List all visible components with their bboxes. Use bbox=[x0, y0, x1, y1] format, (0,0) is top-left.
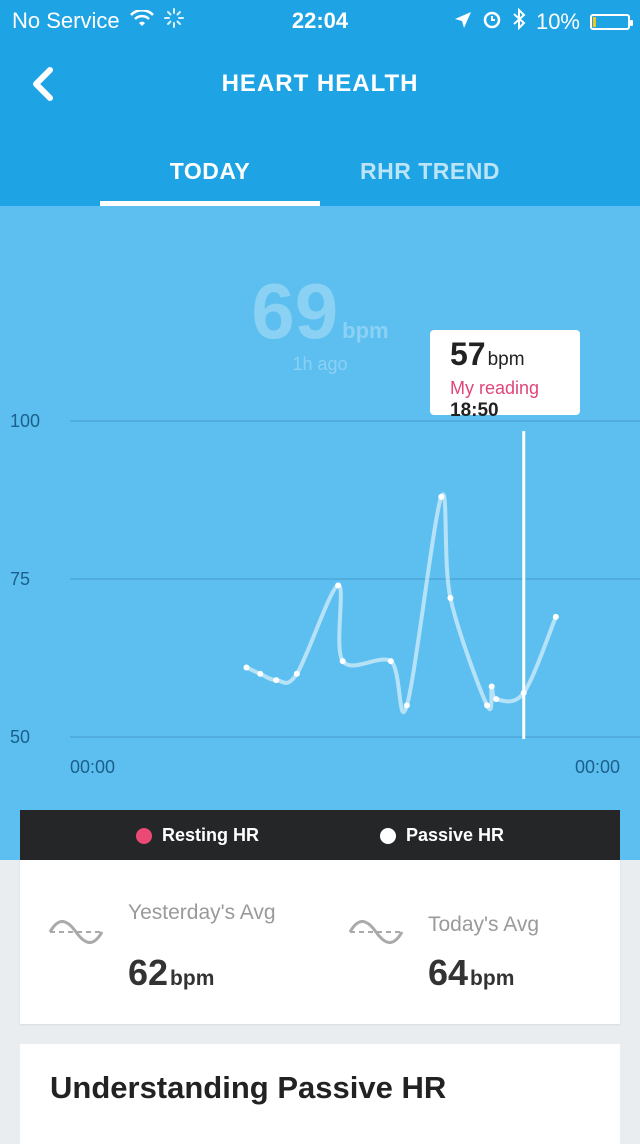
passive-hr-point bbox=[447, 594, 454, 601]
battery-percent: 10% bbox=[535, 9, 580, 34]
passive-hr-point bbox=[403, 702, 410, 709]
tooltip-unit: bpm bbox=[487, 349, 525, 370]
app-header: HEART HEALTH TODAY RHR TREND bbox=[0, 40, 640, 206]
battery-icon bbox=[590, 14, 633, 30]
passive-hr-point bbox=[387, 658, 394, 665]
passive-hr-point bbox=[438, 493, 445, 500]
yesterday-average-value: 62 bbox=[128, 952, 169, 993]
legend-dot-resting-hr bbox=[136, 827, 152, 844]
passive-hr-point bbox=[273, 677, 280, 684]
passive-hr-point bbox=[293, 670, 300, 677]
tooltip-time: 18:50 bbox=[450, 400, 499, 421]
passive-hr-point bbox=[257, 670, 264, 677]
legend-item-passive-hr: Passive HR bbox=[380, 825, 504, 846]
legend-item-resting-hr: Resting HR bbox=[136, 825, 259, 846]
passive-hr-point bbox=[488, 683, 495, 690]
passive-hr-point bbox=[552, 613, 559, 620]
passive-hr-point bbox=[243, 664, 250, 671]
tab-bar: TODAY RHR TREND bbox=[100, 144, 540, 206]
passive-hr-point bbox=[520, 689, 527, 696]
heart-wave-icon bbox=[48, 920, 104, 944]
tooltip-label: My reading bbox=[450, 378, 540, 398]
yesterday-average-value-row: 62bpm bbox=[128, 952, 214, 994]
passive-hr-point bbox=[493, 696, 500, 703]
x-tick-label: 00:00 bbox=[575, 757, 620, 777]
reading-tooltip: 57 bpm My reading 18:50 bbox=[430, 330, 580, 421]
y-tick-label: 75 bbox=[10, 569, 30, 589]
y-tick-label: 100 bbox=[10, 411, 40, 431]
understanding-card[interactable]: Understanding Passive HR bbox=[20, 1044, 620, 1144]
passive-hr-point bbox=[339, 658, 346, 665]
legend-label-passive-hr: Passive HR bbox=[406, 825, 505, 845]
location-arrow-icon bbox=[454, 9, 472, 35]
heart-wave-icon bbox=[348, 920, 404, 944]
status-bar: No Service 22:04 10% bbox=[0, 0, 640, 40]
page-title: HEART HEALTH bbox=[221, 70, 419, 97]
x-tick-label: 00:00 bbox=[70, 757, 115, 777]
today-average-label: Today's Avg bbox=[428, 913, 540, 936]
passive-hr-point bbox=[335, 582, 342, 589]
today-average-value: 64 bbox=[428, 952, 469, 993]
today-average-value-row: 64bpm bbox=[428, 952, 514, 994]
passive-hr-point bbox=[484, 702, 491, 709]
today-average-unit: bpm bbox=[470, 967, 515, 990]
passive-hr-line bbox=[244, 492, 558, 715]
tab-today[interactable]: TODAY bbox=[100, 144, 320, 206]
heart-rate-chart-panel: 69 bpm 1h ago 100 75 50 00:00 00:00 57 bpm My … bbox=[0, 206, 640, 860]
yesterday-average-label: Yesterday's Avg bbox=[128, 901, 276, 924]
heart-rate-chart[interactable]: 100 75 50 00:00 00:00 bbox=[0, 206, 640, 810]
legend-dot-passive-hr bbox=[380, 827, 396, 844]
chart-legend: Resting HR Passive HR bbox=[20, 810, 620, 860]
y-tick-label: 50 bbox=[10, 727, 30, 747]
averages-card: Yesterday's Avg 62bpm Today's Avg 64bpm bbox=[20, 860, 620, 1024]
yesterday-average-unit: bpm bbox=[170, 967, 215, 990]
legend-label-resting-hr: Resting HR bbox=[162, 825, 260, 845]
tooltip-value: 57 bbox=[450, 336, 486, 372]
alarm-icon bbox=[482, 9, 502, 35]
bluetooth-icon bbox=[512, 7, 526, 36]
understanding-heading: Understanding Passive HR bbox=[50, 1070, 447, 1105]
tab-rhr-trend[interactable]: RHR TREND bbox=[320, 144, 540, 206]
